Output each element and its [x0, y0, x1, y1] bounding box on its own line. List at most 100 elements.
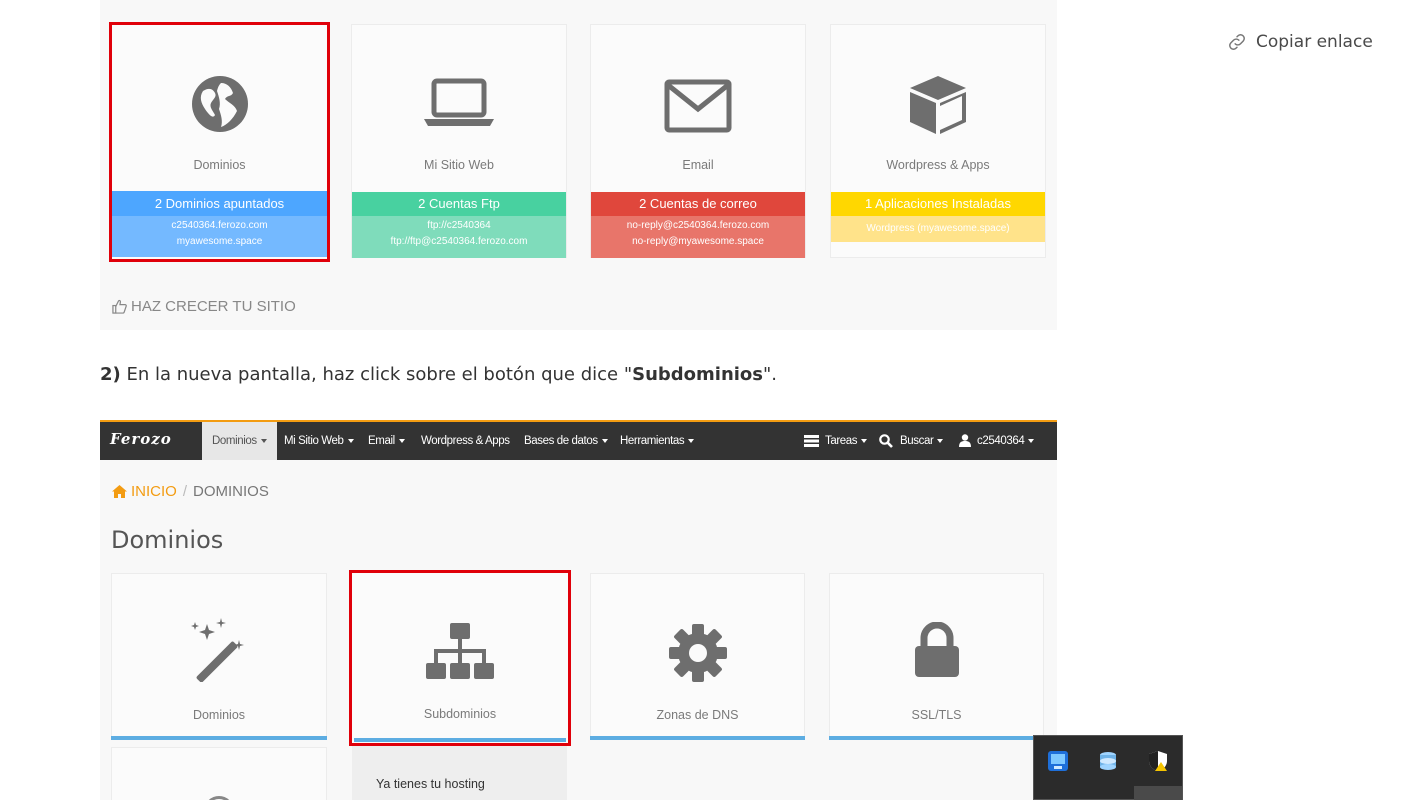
- card-email[interactable]: Email 2 Cuentas de correo no-reply@c2540…: [590, 24, 806, 258]
- details: ftp://c2540364 ftp://ftp@c2540364.ferozo…: [352, 216, 566, 258]
- chevron-down-icon: [601, 438, 608, 443]
- nav-tareas[interactable]: Tareas: [804, 422, 868, 460]
- instruction-body: En la nueva pantalla, haz click sobre el…: [120, 364, 633, 385]
- detail-line: no-reply@myawesome.space: [632, 236, 764, 247]
- partial-icon: [204, 796, 234, 800]
- laptop-icon: [352, 77, 566, 127]
- card-label: Mi Sitio Web: [424, 158, 494, 172]
- globe-icon: [112, 75, 327, 133]
- envelope-icon: [591, 79, 805, 133]
- chevron-down-icon: [937, 438, 944, 443]
- detail-line: myawesome.space: [176, 236, 263, 247]
- nav-user[interactable]: c2540364: [959, 422, 1035, 460]
- instruction-text: 2) En la nueva pantalla, haz click sobre…: [100, 364, 777, 385]
- chevron-down-icon: [688, 438, 695, 443]
- nav-label: Bases de datos: [524, 435, 598, 447]
- status-bar: 2 Cuentas Ftp: [352, 192, 566, 216]
- chevron-down-icon: [347, 438, 354, 443]
- card-zonas-dns[interactable]: Zonas de DNS: [590, 573, 805, 740]
- detail-line: ftp://c2540364: [427, 220, 491, 231]
- card-underline: [829, 736, 1044, 740]
- lock-icon: [830, 622, 1043, 678]
- tasks-icon: [804, 434, 819, 447]
- card-label: SSL/TLS: [911, 708, 962, 722]
- top-navbar: Ferozo Dominios Mi Sitio Web Email Wordp…: [100, 420, 1057, 460]
- link-icon: [1229, 34, 1245, 50]
- card-mi-sitio-web[interactable]: Mi Sitio Web 2 Cuentas Ftp ftp://c254036…: [351, 24, 567, 258]
- card-underline: [354, 738, 566, 742]
- chevron-down-icon: [861, 438, 868, 443]
- status-bar: 2 Cuentas de correo: [591, 192, 805, 216]
- user-icon: [959, 434, 971, 448]
- nav-label: Tareas: [825, 435, 858, 447]
- nav-label: Buscar: [900, 435, 934, 447]
- detail-line: no-reply@c2540364.ferozo.com: [626, 220, 770, 231]
- card-dominios[interactable]: Dominios 2 Dominios apuntados c2540364.f…: [109, 22, 330, 262]
- nav-label: Mi Sitio Web: [284, 435, 344, 447]
- card-wordpress-apps[interactable]: Wordpress & Apps 1 Aplicaciones Instalad…: [830, 24, 1046, 258]
- details: Wordpress (myawesome.space): [831, 216, 1045, 242]
- status-bar: 2 Dominios apuntados: [112, 191, 327, 216]
- dashboard-screenshot: Dominios 2 Dominios apuntados c2540364.f…: [100, 0, 1057, 330]
- card-partial[interactable]: [111, 747, 327, 800]
- copy-link-button[interactable]: Copiar enlace: [1226, 31, 1373, 53]
- detail-line: c2540364.ferozo.com: [171, 220, 268, 231]
- details: c2540364.ferozo.com myawesome.space: [112, 216, 327, 257]
- hosting-info-box: Ya tienes tu hosting: [352, 746, 567, 800]
- status-bar: 1 Aplicaciones Instaladas: [831, 192, 1045, 216]
- grow-site-link[interactable]: HAZ CRECER TU SITIO: [112, 298, 296, 315]
- system-tray-popup: [1033, 735, 1183, 800]
- grow-site-label: HAZ CRECER TU SITIO: [131, 298, 296, 315]
- detail-line: ftp://ftp@c2540364.ferozo.com: [390, 236, 528, 247]
- chevron-down-icon: [260, 438, 267, 443]
- dominios-screenshot: Ferozo Dominios Mi Sitio Web Email Wordp…: [100, 420, 1057, 800]
- magic-wand-icon: [112, 616, 326, 682]
- tray-overflow[interactable]: [1134, 786, 1182, 800]
- card-label: Subdominios: [423, 707, 497, 721]
- breadcrumb-current: DOMINIOS: [193, 483, 269, 500]
- search-icon: [879, 434, 893, 448]
- card-label: Zonas de DNS: [656, 708, 739, 722]
- step-number: 2): [100, 364, 121, 385]
- nav-email[interactable]: Email: [368, 422, 405, 460]
- cube-icon: [831, 73, 1045, 137]
- breadcrumb: INICIO / DOMINIOS: [112, 483, 269, 500]
- chevron-down-icon: [1028, 438, 1035, 443]
- detail-line: Wordpress (myawesome.space): [866, 223, 1010, 234]
- nav-herramientas[interactable]: Herramientas: [620, 422, 695, 460]
- instruction-end: ".: [763, 364, 778, 385]
- home-icon: [112, 485, 127, 498]
- copy-link-label: Copiar enlace: [1256, 32, 1373, 52]
- nav-dominios[interactable]: Dominios: [202, 422, 277, 460]
- card-label: Dominios: [192, 708, 246, 722]
- instruction-bold: Subdominios: [632, 364, 764, 385]
- nav-label: Herramientas: [620, 435, 685, 447]
- nav-bases-de-datos[interactable]: Bases de datos: [524, 422, 608, 460]
- ferozo-logo: Ferozo: [110, 430, 172, 448]
- thumbs-up-icon: [112, 299, 127, 314]
- card-dominios-tool[interactable]: Dominios: [111, 573, 327, 740]
- chevron-down-icon: [398, 438, 405, 443]
- card-subdominios[interactable]: Subdominios: [349, 570, 571, 746]
- breadcrumb-home[interactable]: INICIO: [112, 483, 177, 500]
- card-underline: [590, 736, 805, 740]
- card-label: Dominios: [193, 158, 246, 172]
- breadcrumb-home-label: INICIO: [131, 483, 177, 500]
- nav-mi-sitio-web[interactable]: Mi Sitio Web: [284, 422, 354, 460]
- gear-icon: [591, 624, 804, 682]
- card-label: Wordpress & Apps: [886, 158, 990, 172]
- hosting-text: Ya tienes tu hosting: [376, 777, 485, 791]
- page-title: Dominios: [111, 526, 224, 554]
- nav-label: Email: [368, 435, 395, 447]
- card-ssl-tls[interactable]: SSL/TLS: [829, 573, 1044, 740]
- server-icon[interactable]: [1097, 750, 1119, 772]
- nav-wordpress-apps[interactable]: Wordpress & Apps: [421, 422, 510, 460]
- breadcrumb-separator: /: [182, 483, 188, 500]
- nav-buscar[interactable]: Buscar: [879, 422, 944, 460]
- network-monitor-icon[interactable]: [1047, 750, 1069, 772]
- nav-label: Dominios: [212, 435, 257, 447]
- security-shield-icon[interactable]: [1147, 750, 1169, 772]
- nav-label: c2540364: [977, 435, 1025, 447]
- sitemap-icon: [352, 623, 568, 681]
- card-label: Email: [682, 158, 714, 172]
